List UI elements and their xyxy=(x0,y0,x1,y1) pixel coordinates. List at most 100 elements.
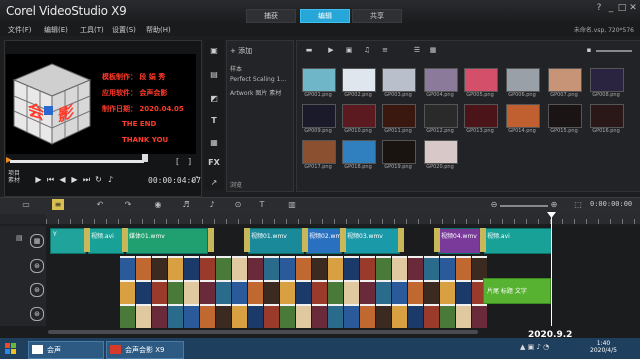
subtitle-editor-icon[interactable]: T xyxy=(256,199,268,210)
overlay-photo-clip[interactable] xyxy=(392,304,407,328)
overlay-photo-clip[interactable] xyxy=(136,280,151,304)
overlay-photo-clip[interactable] xyxy=(456,304,471,328)
mode-project[interactable]: 项目 xyxy=(8,170,20,177)
library-thumbnail[interactable] xyxy=(590,68,624,92)
menu-file[interactable]: 文件(F) xyxy=(8,25,32,35)
show-photo-icon[interactable]: ▣ xyxy=(344,46,354,54)
overlay-photo-clip[interactable] xyxy=(280,280,295,304)
show-audio-icon[interactable]: ♫ xyxy=(362,46,372,54)
library-thumbnail[interactable] xyxy=(302,140,336,164)
zoom-slider[interactable] xyxy=(500,205,548,207)
folder-item[interactable]: 样本 xyxy=(230,64,242,73)
overlay-photo-clip[interactable] xyxy=(296,280,311,304)
video-clip[interactable]: 视频.avi xyxy=(88,228,124,254)
overlay-photo-clip[interactable] xyxy=(248,280,263,304)
transition-marker[interactable] xyxy=(398,228,404,252)
scrub-bar[interactable] xyxy=(10,160,144,163)
video-clip[interactable]: 视频02.wmv xyxy=(306,228,342,254)
play-icon[interactable]: ▶ xyxy=(34,175,43,184)
library-thumbnail[interactable] xyxy=(424,140,458,164)
repeat-icon[interactable]: ↻ xyxy=(94,175,103,184)
library-thumbnail[interactable] xyxy=(342,68,376,92)
folder-icon[interactable]: ▬ xyxy=(304,46,314,54)
overlay-photo-clip[interactable] xyxy=(152,304,167,328)
video-clip[interactable]: 视频01.wmv xyxy=(248,228,304,254)
overlay-photo-clip[interactable] xyxy=(312,256,327,280)
video-clip[interactable]: Y xyxy=(50,228,86,254)
preview-mode-toggle[interactable]: 项目 素材 xyxy=(8,170,20,184)
sort-icon[interactable]: ≡ xyxy=(380,46,390,54)
overlay-photo-clip[interactable] xyxy=(312,304,327,328)
taskbar-item-2[interactable]: 会声会影 X9 xyxy=(106,341,184,359)
overlay-photo-clip[interactable] xyxy=(344,256,359,280)
overlay-photo-clip[interactable] xyxy=(216,280,231,304)
overlay-photo-clip[interactable] xyxy=(424,304,439,328)
overlay-photo-clip[interactable] xyxy=(216,256,231,280)
filter-icon[interactable]: FX xyxy=(208,158,220,168)
transition-marker[interactable] xyxy=(480,228,486,252)
overlay-photo-clip[interactable] xyxy=(344,304,359,328)
menu-tools[interactable]: 工具(T) xyxy=(80,25,104,35)
overlay-photo-clip[interactable] xyxy=(328,256,343,280)
overlay-photo-clip[interactable] xyxy=(264,256,279,280)
overlay-photo-clip[interactable] xyxy=(200,280,215,304)
overlay-photo-clip[interactable] xyxy=(232,256,247,280)
thumbnail-size-slider[interactable] xyxy=(596,50,632,52)
transition-marker[interactable] xyxy=(122,228,128,252)
transition-marker[interactable] xyxy=(244,228,250,252)
overlay-photo-clip[interactable] xyxy=(424,280,439,304)
menu-settings[interactable]: 设置(S) xyxy=(112,25,136,35)
transition-marker[interactable] xyxy=(208,228,214,252)
title-clip[interactable]: 片尾 标题 文字 xyxy=(483,278,551,304)
record-capture-icon[interactable]: ◉ xyxy=(152,199,164,210)
library-thumbnail[interactable] xyxy=(382,68,416,92)
overlay-photo-clip[interactable] xyxy=(184,256,199,280)
overlay-photo-clip[interactable] xyxy=(232,304,247,328)
library-thumbnail[interactable] xyxy=(382,140,416,164)
undo-icon[interactable]: ↶ xyxy=(94,199,106,210)
library-thumbnail[interactable] xyxy=(302,104,336,128)
overlay-photo-clip[interactable] xyxy=(360,304,375,328)
library-thumbnail[interactable] xyxy=(506,68,540,92)
thumbnail-size-icon[interactable]: ▪ xyxy=(584,46,594,54)
overlay-photo-clip[interactable] xyxy=(472,256,487,280)
mark-in-button-icon[interactable]: [ xyxy=(176,158,184,166)
overlay-photo-clip[interactable] xyxy=(248,256,263,280)
instant-project-icon[interactable]: ▤ xyxy=(208,70,220,80)
system-clock[interactable]: 1:40 2020/4/5 xyxy=(590,340,617,354)
folder-item[interactable]: Artwork 图片 素材 xyxy=(230,88,281,97)
zoom-in-icon[interactable]: ⊕ xyxy=(548,199,560,210)
sound-mixer-icon[interactable]: ♬ xyxy=(180,199,192,210)
library-thumbnail[interactable] xyxy=(342,140,376,164)
mode-clip[interactable]: 素材 xyxy=(8,177,20,184)
mark-out-button-icon[interactable]: ] xyxy=(188,158,196,166)
overlay-photo-clip[interactable] xyxy=(184,304,199,328)
overlay-photo-clip[interactable] xyxy=(264,304,279,328)
menu-help[interactable]: 帮助(H) xyxy=(146,25,171,35)
folder-item[interactable]: Perfect Scaling 1... xyxy=(230,76,286,83)
overlay-photo-clip[interactable] xyxy=(376,280,391,304)
overlay-photo-clip[interactable] xyxy=(408,280,423,304)
video-clip[interactable]: 视频03.wmv xyxy=(344,228,400,254)
library-thumbnail[interactable] xyxy=(424,104,458,128)
multi-camera-icon[interactable]: ▥ xyxy=(286,199,298,210)
overlay-photo-clip[interactable] xyxy=(456,280,471,304)
redo-icon[interactable]: ↷ xyxy=(122,199,134,210)
overlay-photo-clip[interactable] xyxy=(120,256,135,280)
overlay-photo-clip[interactable] xyxy=(168,304,183,328)
overlay-photo-clip[interactable] xyxy=(392,256,407,280)
transition-icon[interactable]: ◩ xyxy=(208,94,220,104)
overlay-photo-clip[interactable] xyxy=(152,280,167,304)
tab-edit[interactable]: 编辑 xyxy=(300,9,350,23)
overlay-photo-clip[interactable] xyxy=(424,256,439,280)
overlay-photo-clip[interactable] xyxy=(280,256,295,280)
path-icon[interactable]: ↗ xyxy=(208,178,220,188)
timeline-view-icon[interactable]: ≡ xyxy=(52,199,64,210)
overlay-photo-clip[interactable] xyxy=(456,256,471,280)
overlay-track-icon[interactable]: ⊛ xyxy=(30,307,44,321)
overlay-photo-clip[interactable] xyxy=(392,280,407,304)
film-icon[interactable]: ▦ xyxy=(30,234,44,248)
library-thumbnail[interactable] xyxy=(464,68,498,92)
playhead-line[interactable] xyxy=(551,214,552,326)
overlay-photo-clip[interactable] xyxy=(472,304,487,328)
